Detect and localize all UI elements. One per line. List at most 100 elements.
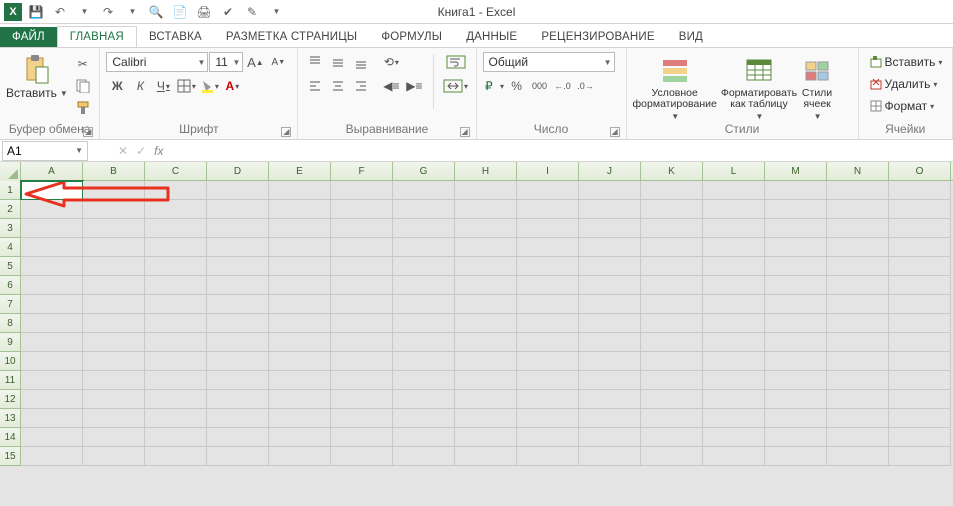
cell[interactable] — [145, 428, 207, 447]
cell[interactable] — [83, 447, 145, 466]
align-middle-icon[interactable] — [327, 52, 349, 72]
cell[interactable] — [765, 257, 827, 276]
cell[interactable] — [145, 238, 207, 257]
format-cells-button[interactable]: Формат▾ — [865, 96, 947, 116]
cell[interactable] — [83, 409, 145, 428]
cell[interactable] — [765, 352, 827, 371]
cell[interactable] — [455, 409, 517, 428]
cell[interactable] — [579, 371, 641, 390]
cell[interactable] — [703, 409, 765, 428]
cell[interactable] — [393, 181, 455, 200]
cell[interactable] — [641, 200, 703, 219]
cell[interactable] — [145, 257, 207, 276]
cell[interactable] — [207, 200, 269, 219]
cell[interactable] — [207, 371, 269, 390]
cell[interactable] — [455, 333, 517, 352]
cell[interactable] — [703, 200, 765, 219]
font-name-combo[interactable]: Calibri▼ — [106, 52, 208, 72]
cell[interactable] — [21, 333, 83, 352]
cell[interactable] — [207, 333, 269, 352]
cell[interactable] — [207, 409, 269, 428]
align-right-icon[interactable] — [350, 76, 372, 96]
qat-customize-icon[interactable]: ▼ — [122, 2, 142, 22]
cell[interactable] — [517, 428, 579, 447]
cell[interactable] — [21, 371, 83, 390]
cell[interactable] — [83, 181, 145, 200]
cell[interactable] — [827, 238, 889, 257]
delete-cells-button[interactable]: Удалить▾ — [865, 74, 947, 94]
cell[interactable] — [331, 447, 393, 466]
cell[interactable] — [765, 409, 827, 428]
cell[interactable] — [331, 333, 393, 352]
grow-font-icon[interactable]: A▲ — [244, 52, 266, 72]
percent-format-icon[interactable]: % — [506, 76, 528, 96]
cell[interactable] — [207, 181, 269, 200]
cell[interactable] — [765, 238, 827, 257]
cell[interactable] — [517, 352, 579, 371]
column-header[interactable]: F — [331, 162, 393, 180]
cell[interactable] — [703, 314, 765, 333]
italic-button[interactable]: К — [129, 76, 151, 96]
cell[interactable] — [455, 238, 517, 257]
cell[interactable] — [641, 219, 703, 238]
cell[interactable] — [517, 390, 579, 409]
row-header[interactable]: 6 — [0, 276, 21, 295]
cell[interactable] — [393, 447, 455, 466]
cell[interactable] — [331, 200, 393, 219]
cell[interactable] — [641, 295, 703, 314]
increase-decimal-icon[interactable]: ←.0 — [552, 76, 574, 96]
cell[interactable] — [889, 181, 951, 200]
cell[interactable] — [393, 295, 455, 314]
cell[interactable] — [269, 295, 331, 314]
row-header[interactable]: 15 — [0, 447, 21, 466]
cell[interactable] — [579, 238, 641, 257]
cell[interactable] — [455, 276, 517, 295]
underline-button[interactable]: Ч▾ — [152, 76, 174, 96]
cell[interactable] — [765, 314, 827, 333]
cell[interactable] — [21, 295, 83, 314]
tab-formulas[interactable]: ФОРМУЛЫ — [369, 27, 454, 47]
cell[interactable] — [269, 276, 331, 295]
cell[interactable] — [331, 238, 393, 257]
cell[interactable] — [393, 276, 455, 295]
cell[interactable] — [331, 371, 393, 390]
cell[interactable] — [83, 314, 145, 333]
row-header[interactable]: 7 — [0, 295, 21, 314]
cell[interactable] — [765, 276, 827, 295]
cell[interactable] — [145, 390, 207, 409]
cell[interactable] — [641, 428, 703, 447]
borders-icon[interactable]: ▾ — [175, 76, 197, 96]
cell[interactable] — [393, 238, 455, 257]
cell[interactable] — [765, 219, 827, 238]
cell[interactable] — [827, 352, 889, 371]
cell-styles-button[interactable]: Стили ячеек▼ — [801, 52, 833, 121]
conditional-formatting-button[interactable]: Условное форматирование▼ — [633, 52, 717, 121]
cancel-formula-icon[interactable]: ✕ — [118, 144, 128, 158]
cell[interactable] — [393, 314, 455, 333]
cell[interactable] — [269, 238, 331, 257]
cell[interactable] — [455, 295, 517, 314]
cell[interactable] — [269, 314, 331, 333]
cell[interactable] — [331, 295, 393, 314]
cell[interactable] — [21, 352, 83, 371]
tab-home[interactable]: ГЛАВНАЯ — [57, 26, 137, 47]
cell[interactable] — [517, 200, 579, 219]
cell[interactable] — [455, 314, 517, 333]
cell[interactable] — [21, 390, 83, 409]
cell[interactable] — [269, 181, 331, 200]
cell[interactable] — [83, 295, 145, 314]
row-header[interactable]: 10 — [0, 352, 21, 371]
cell[interactable] — [641, 333, 703, 352]
cell[interactable] — [393, 371, 455, 390]
cell[interactable] — [83, 390, 145, 409]
cell[interactable] — [83, 333, 145, 352]
cell[interactable] — [145, 447, 207, 466]
cell[interactable] — [579, 181, 641, 200]
cell[interactable] — [889, 333, 951, 352]
cell[interactable] — [889, 428, 951, 447]
qat-more-icon[interactable]: ▼ — [266, 2, 286, 22]
cell[interactable] — [579, 200, 641, 219]
cell[interactable] — [641, 257, 703, 276]
cell[interactable] — [393, 200, 455, 219]
cell[interactable] — [641, 276, 703, 295]
